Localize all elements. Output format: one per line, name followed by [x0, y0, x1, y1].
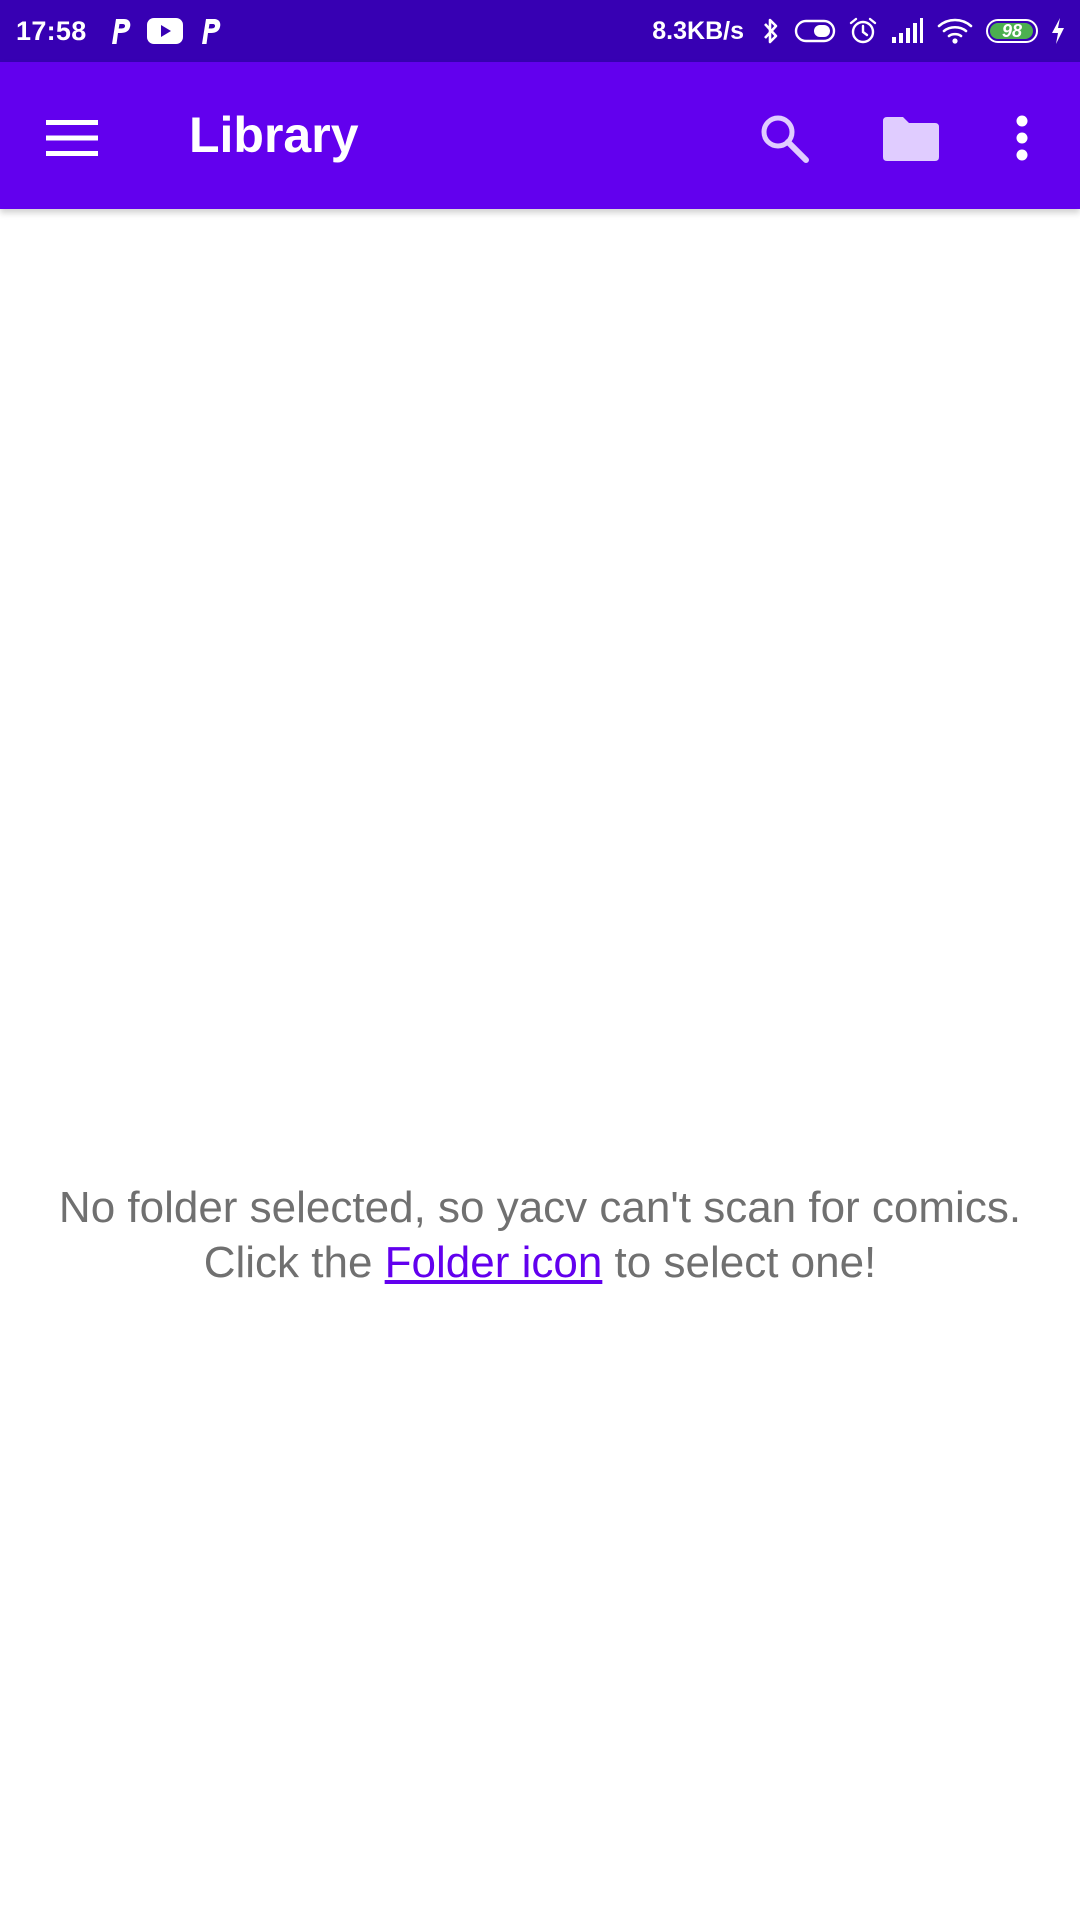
search-button[interactable]: [746, 100, 822, 176]
signal-icon: [890, 17, 924, 45]
alarm-icon: [848, 16, 878, 46]
wifi-icon: [936, 16, 974, 46]
charging-icon: [1050, 17, 1066, 45]
status-time: 17:58: [16, 15, 87, 46]
p-app-icon: [197, 16, 223, 46]
menu-button[interactable]: [36, 102, 108, 174]
empty-state-text-end: to select one!: [602, 1238, 877, 1287]
folder-icon-link[interactable]: Folder icon: [385, 1238, 603, 1287]
search-icon: [761, 115, 809, 163]
p-app-icon: [107, 16, 133, 46]
status-bar-left: 17:58: [16, 16, 223, 47]
youtube-icon: [146, 18, 183, 44]
more-options-button[interactable]: [984, 100, 1060, 176]
app-bar: Library: [0, 62, 1080, 209]
battery-icon: 98: [986, 19, 1038, 43]
network-speed: 8.3KB/s: [652, 16, 744, 45]
status-bar: 17:58 8.3KB/s 98: [0, 0, 1080, 62]
page-title: Library: [189, 107, 359, 163]
more-vert-icon: [1016, 115, 1028, 161]
folder-icon: [883, 117, 939, 161]
folder-button[interactable]: [873, 100, 949, 176]
status-bar-right: 8.3KB/s 98: [652, 16, 1066, 46]
battery-level: 98: [1001, 20, 1023, 41]
empty-state-message: No folder selected, so yacv can't scan f…: [40, 1180, 1040, 1290]
bluetooth-icon: [760, 16, 782, 46]
vibrate-toggle-icon: [794, 18, 836, 44]
menu-icon: [46, 120, 98, 156]
